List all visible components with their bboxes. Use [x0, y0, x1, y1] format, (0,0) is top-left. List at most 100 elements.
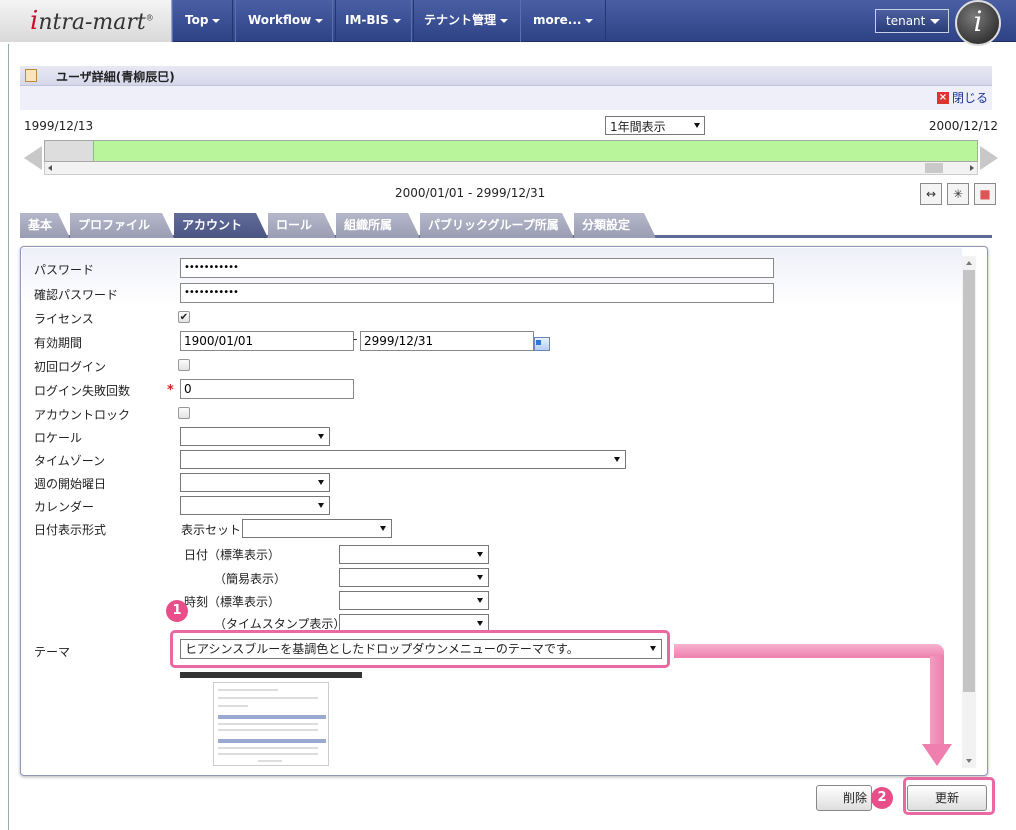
- date-simple-label: （簡易表示）: [214, 572, 287, 586]
- valid-from-field[interactable]: 1900/01/01: [180, 331, 354, 351]
- timeline-start-date: 1999/12/13: [24, 119, 94, 133]
- calendar-label: カレンダー: [34, 500, 95, 514]
- valid-period-label: 有効期間: [34, 336, 83, 350]
- calendar-icon[interactable]: [534, 337, 550, 351]
- timeline-period-bar[interactable]: [93, 141, 977, 161]
- timezone-select[interactable]: [180, 450, 626, 469]
- chevron-down-icon: [500, 18, 509, 23]
- week-start-select[interactable]: [180, 473, 330, 492]
- timeline-track[interactable]: [44, 140, 978, 162]
- tab-account[interactable]: アカウント: [174, 213, 268, 238]
- timeline-prev-icon[interactable]: [24, 146, 42, 170]
- account-form-panel: [20, 246, 988, 776]
- page-title: ユーザ詳細(青柳辰巳): [56, 70, 175, 84]
- annotation-arrow-shaft: [930, 656, 944, 746]
- timeline: [24, 140, 998, 176]
- dropdown-arrow-icon: [380, 526, 386, 531]
- nav-more[interactable]: more...: [520, 0, 607, 42]
- scroll-left-icon[interactable]: [48, 165, 52, 171]
- tab-bar: 基本 プロファイル アカウント ロール 組織所属 パブリックグループ所属 分類設…: [20, 212, 992, 238]
- week-start-label: 週の開始曜日: [34, 477, 107, 491]
- confirm-password-field[interactable]: •••••••••••: [180, 283, 774, 303]
- effective-range: 2000/01/01 - 2999/12/31: [395, 186, 546, 200]
- title-subbar: × 閉じる: [20, 86, 992, 110]
- chevron-down-icon: [585, 18, 594, 23]
- theme-label: テーマ: [34, 645, 71, 659]
- dropdown-arrow-icon: [318, 480, 324, 485]
- user-avatar[interactable]: i: [955, 0, 1001, 46]
- account-lock-checkbox[interactable]: [178, 407, 190, 419]
- nav-top[interactable]: Top: [172, 0, 234, 42]
- scroll-down-icon[interactable]: [966, 759, 972, 763]
- tab-basic[interactable]: 基本: [20, 213, 70, 238]
- tab-organization[interactable]: 組織所属: [336, 213, 420, 238]
- timeline-next-icon[interactable]: [980, 146, 998, 170]
- tab-public-group[interactable]: パブリックグループ所属: [420, 213, 574, 238]
- license-checkbox[interactable]: ✔: [178, 311, 190, 323]
- chevron-down-icon: [930, 19, 940, 24]
- confirm-password-label: 確認パスワード: [34, 288, 119, 302]
- scroll-thumb[interactable]: [963, 270, 975, 692]
- first-login-checkbox[interactable]: [178, 359, 190, 371]
- time-standard-select[interactable]: [339, 591, 489, 610]
- nav-workflow[interactable]: Workflow: [235, 0, 337, 42]
- tab-role[interactable]: ロール: [268, 213, 336, 238]
- nav-im-bis[interactable]: IM-BIS: [332, 0, 414, 42]
- scroll-right-icon[interactable]: [970, 165, 974, 171]
- locale-select[interactable]: [180, 427, 330, 446]
- password-label: パスワード: [34, 263, 95, 277]
- display-set-label: 表示セット: [181, 523, 242, 537]
- valid-to-field[interactable]: 2999/12/31: [360, 331, 534, 351]
- dropdown-arrow-icon: [318, 503, 324, 508]
- calendar-select[interactable]: [180, 496, 330, 515]
- dropdown-arrow-icon: [318, 434, 324, 439]
- tab-category[interactable]: 分類設定: [574, 213, 656, 238]
- chevron-down-icon: [392, 18, 401, 23]
- intra-mart-logo[interactable]: intra-mart®: [0, 0, 172, 42]
- time-standard-label: 時刻（標準表示）: [184, 595, 281, 609]
- scroll-up-icon[interactable]: [966, 261, 972, 265]
- license-label: ライセンス: [34, 312, 94, 326]
- date-simple-select[interactable]: [339, 568, 489, 587]
- nav-tenant-admin[interactable]: テナント管理: [411, 0, 522, 42]
- date-standard-select[interactable]: [339, 545, 489, 564]
- form-scrollbar[interactable]: [962, 256, 976, 768]
- display-set-select[interactable]: [242, 519, 392, 538]
- dropdown-arrow-icon: [614, 457, 620, 462]
- required-mark: *: [167, 383, 174, 398]
- scroll-thumb[interactable]: [925, 163, 943, 173]
- account-lock-label: アカウントロック: [34, 408, 131, 422]
- chevron-down-icon: [212, 18, 221, 23]
- top-navbar: intra-mart® Top Workflow IM-BIS テナント管理 m…: [0, 0, 1016, 46]
- period-select[interactable]: 1年間表示: [605, 116, 705, 135]
- login-fail-count-field[interactable]: 0: [180, 379, 354, 399]
- close-link[interactable]: × 閉じる: [936, 89, 988, 106]
- step-badge-2: 2: [871, 787, 893, 809]
- valid-period-separator: -: [353, 332, 358, 346]
- chevron-down-icon: [315, 18, 324, 23]
- first-login-label: 初回ログイン: [34, 360, 107, 374]
- theme-highlight-box: [170, 630, 670, 668]
- title-bar: ユーザ詳細(青柳辰巳): [20, 66, 992, 86]
- date-format-label: 日付表示形式: [34, 523, 107, 537]
- tab-profile[interactable]: プロファイル: [70, 213, 174, 238]
- close-icon: ×: [936, 91, 949, 104]
- theme-preview-image: [180, 672, 362, 766]
- dropdown-arrow-icon: [477, 598, 483, 603]
- delete-button[interactable]: 削除: [816, 785, 872, 811]
- annotation-arrow-head: [922, 744, 952, 766]
- tenant-dropdown[interactable]: tenant: [875, 9, 949, 33]
- timeline-scrollbar[interactable]: [44, 162, 978, 175]
- step-badge-1: 1: [166, 600, 188, 622]
- update-highlight-box: [903, 777, 995, 815]
- logo-text: intra-mart®: [30, 6, 154, 36]
- date-standard-label: 日付（標準表示）: [184, 548, 281, 562]
- locale-label: ロケール: [34, 431, 83, 445]
- password-field[interactable]: •••••••••••: [180, 258, 774, 278]
- dropdown-arrow-icon: [477, 552, 483, 557]
- delete-period-icon[interactable]: ■: [974, 183, 996, 205]
- expand-icon[interactable]: ↔: [920, 183, 942, 205]
- split-icon[interactable]: ✳: [947, 183, 969, 205]
- dropdown-arrow-icon: [477, 575, 483, 580]
- annotation-arrow: [674, 644, 944, 658]
